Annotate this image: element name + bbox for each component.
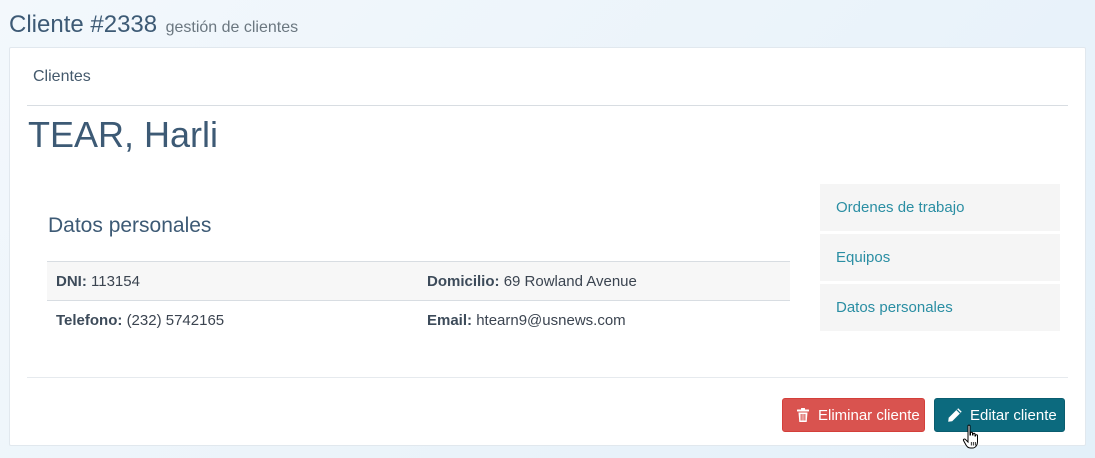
nav-item-work-orders[interactable]: Ordenes de trabajo xyxy=(820,184,1060,231)
page-header: Cliente #2338 gestión de clientes xyxy=(9,11,298,39)
pencil-icon xyxy=(948,408,962,422)
edit-client-label: Editar cliente xyxy=(970,406,1057,424)
trash-icon xyxy=(797,408,809,422)
phone-field: Telefono: (232) 5742165 xyxy=(47,312,418,329)
nav-item-equipment[interactable]: Equipos xyxy=(820,234,1060,281)
nav-item-personal-data[interactable]: Datos personales xyxy=(820,284,1060,331)
hand-cursor-icon xyxy=(962,424,978,449)
panel-heading: Clientes xyxy=(27,48,1068,106)
email-label: Email: xyxy=(427,311,473,329)
page-subtitle: gestión de clientes xyxy=(165,19,299,36)
dni-field: DNI: 113154 xyxy=(47,273,418,290)
dni-label: DNI: xyxy=(56,272,87,290)
dni-value: 113154 xyxy=(91,272,140,290)
email-field: Email: htearn9@usnews.com xyxy=(418,312,789,329)
address-field: Domicilio: 69 Rowland Avenue xyxy=(418,273,789,290)
client-nav: Ordenes de trabajo Equipos Datos persona… xyxy=(820,184,1060,334)
edit-client-button[interactable]: Editar cliente xyxy=(934,398,1065,432)
panel-heading-title: Clientes xyxy=(33,68,91,85)
address-label: Domicilio: xyxy=(427,272,500,290)
phone-label: Telefono: xyxy=(56,311,123,329)
address-value: 69 Rowland Avenue xyxy=(503,272,637,290)
personal-data-title: Datos personales xyxy=(48,214,212,237)
footer-divider xyxy=(27,377,1068,378)
email-value: htearn9@usnews.com xyxy=(476,311,626,329)
page-title: Cliente #2338 xyxy=(9,11,158,38)
table-row: Telefono: (232) 5742165 Email: htearn9@u… xyxy=(47,300,790,339)
phone-value: (232) 5742165 xyxy=(126,311,225,329)
client-name: TEAR, Harli xyxy=(28,114,219,155)
personal-data-table: DNI: 113154 Domicilio: 69 Rowland Avenue… xyxy=(47,261,790,339)
delete-client-label: Eliminar cliente xyxy=(818,406,920,424)
table-row: DNI: 113154 Domicilio: 69 Rowland Avenue xyxy=(47,261,790,300)
delete-client-button[interactable]: Eliminar cliente xyxy=(782,398,925,432)
client-panel: Clientes TEAR, Harli Datos personales DN… xyxy=(9,47,1086,446)
